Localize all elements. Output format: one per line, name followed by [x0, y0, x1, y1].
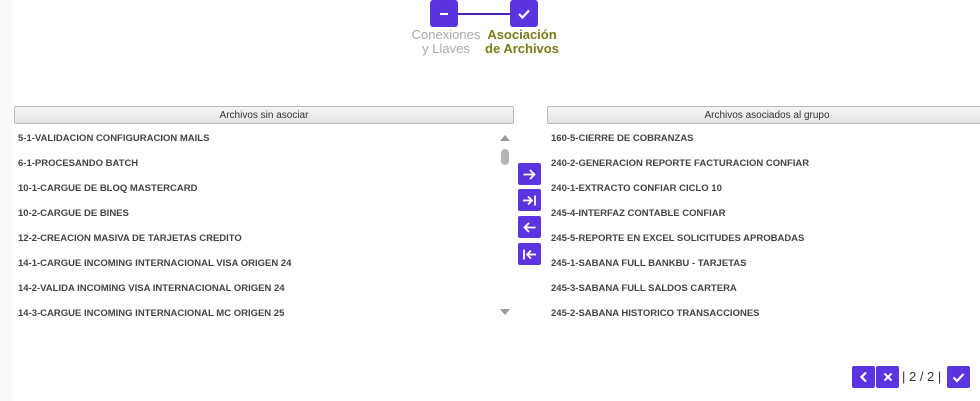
- move-right-button[interactable]: [518, 163, 541, 185]
- list-item[interactable]: 160-5-CIERRE DE COBRANZAS: [546, 126, 980, 151]
- associated-files-list[interactable]: 160-5-CIERRE DE COBRANZAS 240-2-GENERACI…: [546, 126, 980, 322]
- list-item[interactable]: 6-1-PROCESANDO BATCH: [13, 151, 495, 176]
- unassociated-files-list[interactable]: 5-1-VALIDACION CONFIGURACION MAILS 6-1-P…: [13, 126, 495, 322]
- list-item[interactable]: 5-1-VALIDACION CONFIGURACION MAILS: [13, 126, 495, 151]
- stepper-connector: [458, 13, 510, 15]
- move-all-left-button[interactable]: [518, 243, 541, 265]
- left-panel-header: Archivos sin asociar: [14, 106, 514, 124]
- move-left-button[interactable]: [518, 216, 541, 238]
- arrow-right-icon: [523, 168, 536, 180]
- list-item[interactable]: 10-1-CARGUE DE BLOQ MASTERCARD: [13, 176, 495, 201]
- minus-icon: [440, 12, 448, 15]
- page-indicator: | 2 / 2 |: [902, 369, 942, 384]
- step-asociacion-label-line1: Asociación: [487, 27, 557, 42]
- step-conexiones-label: Conexiones y Llaves: [409, 28, 483, 56]
- list-item[interactable]: 245-3-SABANA FULL SALDOS CARTERA: [546, 276, 980, 301]
- scroll-down-icon[interactable]: [500, 309, 510, 315]
- list-item[interactable]: 12-2-CREACION MASIVA DE TARJETAS CREDITO: [13, 226, 495, 251]
- list-item[interactable]: 245-5-REPORTE EN EXCEL SOLICITUDES APROB…: [546, 226, 980, 251]
- list-item[interactable]: 245-2-SABANA HISTORICO TRANSACCIONES: [546, 301, 980, 322]
- arrow-left-icon: [523, 221, 536, 233]
- chevron-left-icon: [859, 371, 867, 383]
- check-icon: [518, 9, 530, 19]
- arrow-left-all-icon: [523, 249, 536, 259]
- step-conexiones-button[interactable]: [430, 0, 458, 27]
- arrow-right-all-icon: [523, 195, 536, 205]
- list-item[interactable]: 240-1-EXTRACTO CONFIAR CICLO 10: [546, 176, 980, 201]
- scroll-up-icon[interactable]: [500, 135, 510, 141]
- left-list-scrollbar[interactable]: [497, 132, 513, 318]
- list-item[interactable]: 14-3-CARGUE INCOMING INTERNACIONAL MC OR…: [13, 301, 495, 322]
- step-asociacion-button[interactable]: [510, 0, 538, 27]
- step-asociacion-label-line2: de Archivos: [485, 41, 559, 56]
- close-icon: [883, 372, 892, 382]
- step-conexiones-label-line2: y Llaves: [422, 41, 470, 56]
- step-asociacion-label: Asociación de Archivos: [481, 28, 563, 56]
- right-panel-header: Archivos asociados al grupo: [547, 106, 980, 124]
- check-icon: [952, 372, 965, 383]
- step-conexiones-label-line1: Conexiones: [411, 27, 481, 42]
- confirm-button[interactable]: [947, 366, 970, 388]
- close-button[interactable]: [876, 366, 899, 388]
- move-all-right-button[interactable]: [518, 189, 541, 211]
- previous-button[interactable]: [852, 366, 875, 388]
- list-item[interactable]: 240-2-GENERACION REPORTE FACTURACION CON…: [546, 151, 980, 176]
- list-item[interactable]: 14-1-CARGUE INCOMING INTERNACIONAL VISA …: [13, 251, 495, 276]
- list-item[interactable]: 14-2-VALIDA INCOMING VISA INTERNACIONAL …: [13, 276, 495, 301]
- list-item[interactable]: 245-1-SABANA FULL BANKBU - TARJETAS: [546, 251, 980, 276]
- list-item[interactable]: 245-4-INTERFAZ CONTABLE CONFIAR: [546, 201, 980, 226]
- list-item[interactable]: 10-2-CARGUE DE BINES: [13, 201, 495, 226]
- scroll-thumb[interactable]: [501, 149, 509, 165]
